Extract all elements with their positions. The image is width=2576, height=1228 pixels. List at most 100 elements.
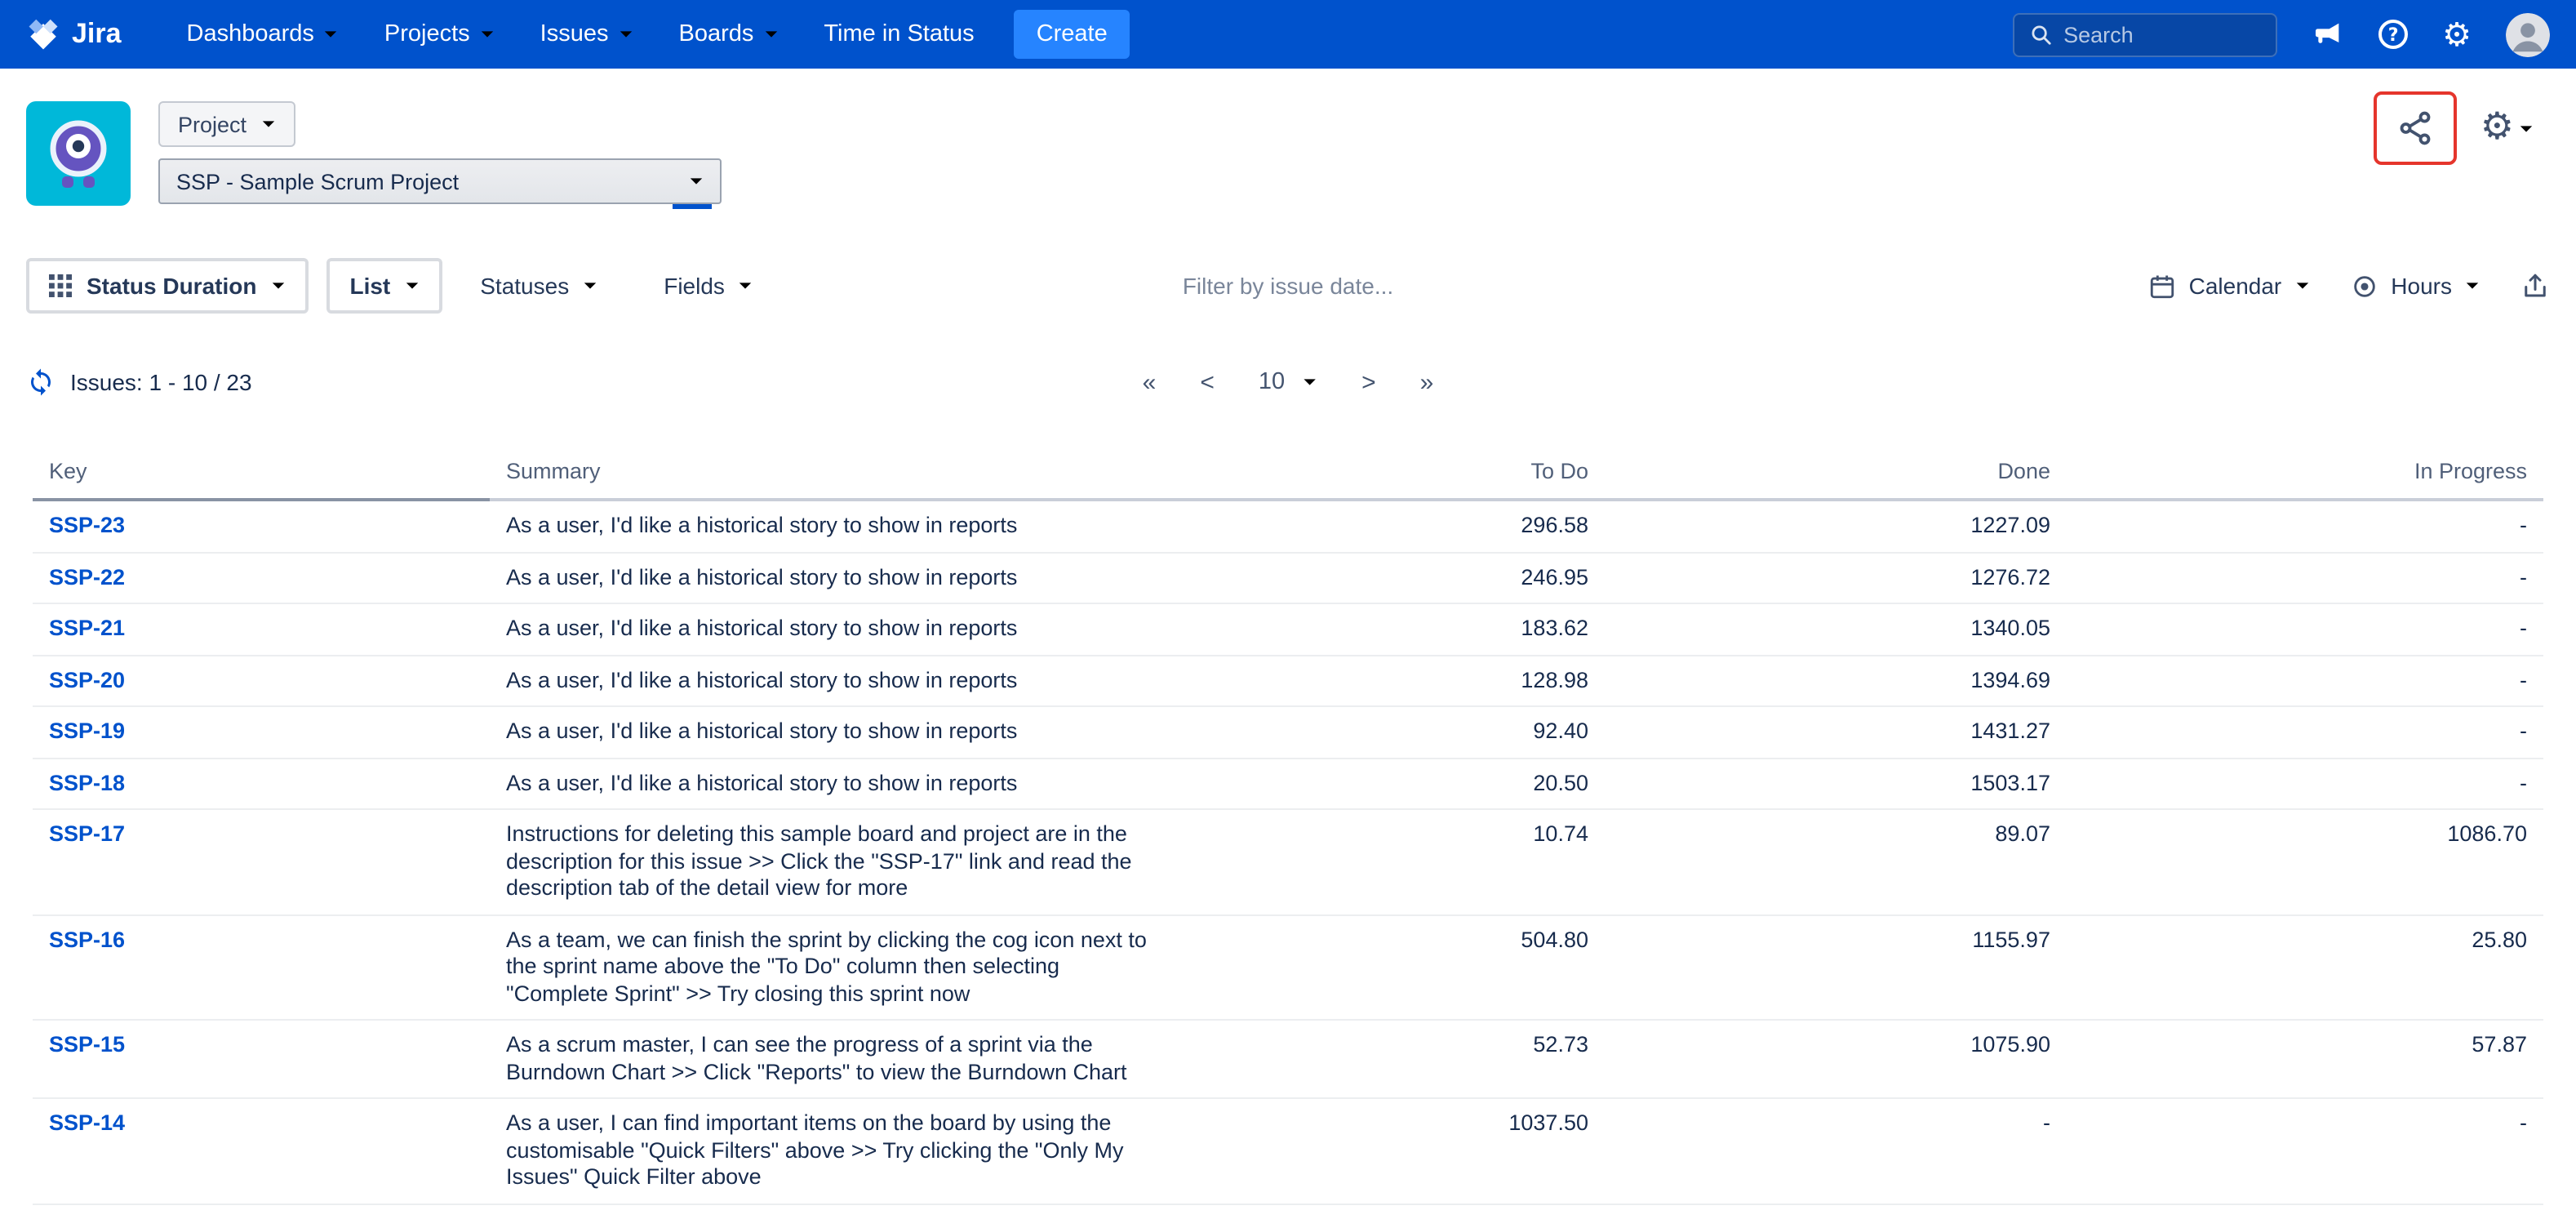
nav-menu: Dashboards Projects Issues Boards xyxy=(164,0,997,69)
target-icon xyxy=(2350,272,2378,300)
project-select-value: SSP - Sample Scrum Project xyxy=(176,169,459,194)
pagination: « < 10 > » xyxy=(1143,368,1434,396)
search-input[interactable] xyxy=(2063,22,2261,47)
done-value: 1340.05 xyxy=(1605,603,2067,655)
issue-key-link[interactable]: SSP-20 xyxy=(49,667,125,692)
avatar xyxy=(2506,12,2550,56)
megaphone-icon xyxy=(2312,18,2344,51)
pagination-prev-button[interactable]: < xyxy=(1200,368,1215,396)
in-progress-value: 57.87 xyxy=(2067,1020,2543,1098)
todo-value: 20.50 xyxy=(1192,758,1605,809)
chevron-down-icon xyxy=(324,29,339,39)
metric-dropdown-button[interactable]: Status Duration xyxy=(26,258,309,314)
column-header-todo[interactable]: To Do xyxy=(1192,444,1605,500)
table-row: SSP-18 As a user, I'd like a historical … xyxy=(33,758,2543,809)
nav-menu-item[interactable]: Projects xyxy=(362,0,517,69)
in-progress-value: - xyxy=(2067,500,2543,552)
pagination-last-button[interactable]: » xyxy=(1420,368,1434,396)
jira-brand-label: Jira xyxy=(72,18,122,51)
nav-menu-item[interactable]: Time in Status xyxy=(801,0,997,69)
done-value: 1075.90 xyxy=(1605,1020,2067,1098)
in-progress-value: 1086.70 xyxy=(2067,809,2543,914)
nav-menu-item-label: Issues xyxy=(540,21,609,47)
pagination-next-button[interactable]: > xyxy=(1361,368,1376,396)
in-progress-value: - xyxy=(2067,706,2543,758)
chevron-down-icon xyxy=(261,119,276,129)
issue-key-link[interactable]: SSP-14 xyxy=(49,1110,125,1135)
issue-key-link[interactable]: SSP-16 xyxy=(49,927,125,951)
chevron-down-icon xyxy=(2294,281,2309,291)
project-select[interactable]: SSP - Sample Scrum Project xyxy=(158,158,722,204)
jira-home-link[interactable]: Jira xyxy=(26,17,122,51)
column-header-in-progress[interactable]: In Progress xyxy=(2067,444,2543,500)
done-value: 1431.27 xyxy=(1605,706,2067,758)
chevron-down-icon xyxy=(1303,377,1317,387)
statuses-dropdown[interactable]: Statuses xyxy=(480,273,597,299)
issue-key-link[interactable]: SSP-21 xyxy=(49,616,125,640)
nav-menu-item-label: Boards xyxy=(679,21,754,47)
pagination-first-button[interactable]: « xyxy=(1143,368,1157,396)
table-row: SSP-15 As a scrum master, I can see the … xyxy=(33,1020,2543,1098)
todo-value: 1037.50 xyxy=(1192,1098,1605,1204)
issues-count-label: Issues: 1 - 10 / 23 xyxy=(70,369,252,395)
issue-key-link[interactable]: SSP-17 xyxy=(49,821,125,846)
todo-value: 128.98 xyxy=(1192,655,1605,706)
page-size-select[interactable]: 10 xyxy=(1259,369,1317,395)
time-unit-dropdown[interactable]: Hours xyxy=(2350,272,2480,300)
metric-dropdown-label: Status Duration xyxy=(87,273,256,299)
share-button[interactable] xyxy=(2397,109,2435,147)
nav-menu-item-label: Projects xyxy=(384,21,470,47)
search-icon xyxy=(2029,23,2052,46)
issue-date-filter[interactable]: Filter by issue date... xyxy=(1183,273,1393,299)
nav-menu-item[interactable]: Issues xyxy=(517,0,656,69)
feedback-button[interactable] xyxy=(2312,18,2344,51)
create-button[interactable]: Create xyxy=(1014,10,1130,59)
table-row: SSP-22 As a user, I'd like a historical … xyxy=(33,552,2543,603)
report-toolbar: Status Duration List Statuses Fields Fil… xyxy=(0,258,2576,314)
issue-key-link[interactable]: SSP-23 xyxy=(49,513,125,537)
calendar-dropdown-label: Calendar xyxy=(2189,273,2282,299)
issue-summary: As a scrum master, I can see the progres… xyxy=(506,1032,1156,1086)
chevron-down-icon xyxy=(619,29,633,39)
column-header-summary[interactable]: Summary xyxy=(490,444,1192,500)
issue-key-link[interactable]: SSP-19 xyxy=(49,719,125,743)
refresh-button[interactable] xyxy=(26,367,56,397)
todo-value: 92.40 xyxy=(1192,706,1605,758)
help-button[interactable]: ? xyxy=(2378,20,2408,49)
gear-icon: ⚙ xyxy=(2442,18,2472,51)
navbar-search[interactable] xyxy=(2013,12,2277,56)
export-button[interactable] xyxy=(2520,271,2550,300)
select-focus-underline xyxy=(673,204,712,209)
issue-key-link[interactable]: SSP-22 xyxy=(49,564,125,589)
chevron-down-icon xyxy=(271,281,286,291)
chevron-down-icon xyxy=(738,281,753,291)
column-header-done[interactable]: Done xyxy=(1605,444,2067,500)
report-settings-dropdown[interactable]: ⚙ xyxy=(2481,109,2534,147)
profile-avatar-button[interactable] xyxy=(2506,12,2550,56)
done-value: 89.07 xyxy=(1605,809,2067,914)
scope-dropdown-button[interactable]: Project xyxy=(158,101,295,147)
done-value: 1394.69 xyxy=(1605,655,2067,706)
todo-value: 246.95 xyxy=(1192,552,1605,603)
results-bar: Issues: 1 - 10 / 23 « < 10 > » xyxy=(0,363,2576,402)
in-progress-value: - xyxy=(2067,655,2543,706)
table-row: SSP-14 As a user, I can find important i… xyxy=(33,1098,2543,1204)
settings-button[interactable]: ⚙ xyxy=(2442,18,2472,51)
done-value: 1276.72 xyxy=(1605,552,2067,603)
issue-key-link[interactable]: SSP-15 xyxy=(49,1032,125,1057)
grid-icon xyxy=(49,274,72,297)
issue-summary: As a user, I can find important items on… xyxy=(506,1110,1156,1191)
in-progress-value: - xyxy=(2067,758,2543,809)
view-dropdown-button[interactable]: List xyxy=(326,258,442,314)
table-row: SSP-20 As a user, I'd like a historical … xyxy=(33,655,2543,706)
chevron-down-icon xyxy=(2519,123,2534,133)
todo-value: 52.73 xyxy=(1192,1020,1605,1098)
chevron-down-icon xyxy=(480,29,495,39)
column-header-key[interactable]: Key xyxy=(33,444,490,500)
table-row: SSP-16 As a team, we can finish the spri… xyxy=(33,914,2543,1020)
nav-menu-item[interactable]: Dashboards xyxy=(164,0,362,69)
calendar-dropdown[interactable]: Calendar xyxy=(2148,272,2310,300)
issue-key-link[interactable]: SSP-18 xyxy=(49,770,125,794)
nav-menu-item[interactable]: Boards xyxy=(656,0,802,69)
fields-dropdown[interactable]: Fields xyxy=(664,273,753,299)
